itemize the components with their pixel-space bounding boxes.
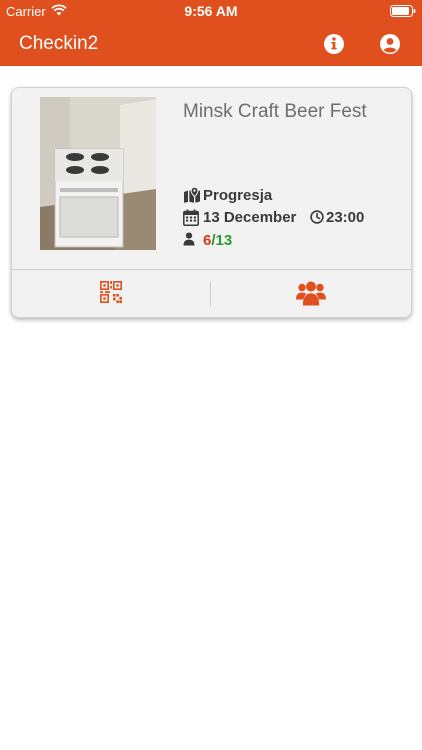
clock-icon bbox=[310, 210, 324, 224]
users-icon bbox=[296, 281, 326, 306]
nav-bar: Checkin2 bbox=[0, 22, 422, 66]
map-marker-icon bbox=[184, 187, 200, 203]
user-circle-icon bbox=[380, 34, 400, 54]
attendees-button[interactable] bbox=[211, 270, 409, 317]
app-header: Carrier 9:56 AM Checkin2 bbox=[0, 0, 422, 66]
calendar-icon bbox=[183, 209, 199, 226]
info-button[interactable] bbox=[322, 32, 346, 56]
profile-button[interactable] bbox=[378, 32, 402, 56]
app-title: Checkin2 bbox=[19, 33, 99, 54]
battery-icon bbox=[390, 5, 416, 17]
event-time: 23:00 bbox=[326, 209, 365, 226]
scan-qr-button[interactable] bbox=[12, 270, 210, 317]
event-date: 13 December bbox=[203, 209, 297, 226]
user-icon bbox=[183, 232, 195, 246]
total-count: 13 bbox=[215, 232, 233, 249]
event-card[interactable]: Minsk Craft Beer Fest Progresja 13 Decem… bbox=[11, 87, 412, 318]
status-bar: Carrier 9:56 AM bbox=[0, 0, 422, 22]
status-time: 9:56 AM bbox=[184, 3, 238, 19]
info-circle-icon bbox=[324, 34, 344, 54]
event-title: Minsk Craft Beer Fest bbox=[183, 101, 367, 122]
attendance-count: 6/13 bbox=[203, 232, 232, 249]
qr-code-icon bbox=[100, 281, 122, 303]
event-venue: Progresja bbox=[203, 187, 273, 204]
event-photo bbox=[40, 97, 156, 250]
